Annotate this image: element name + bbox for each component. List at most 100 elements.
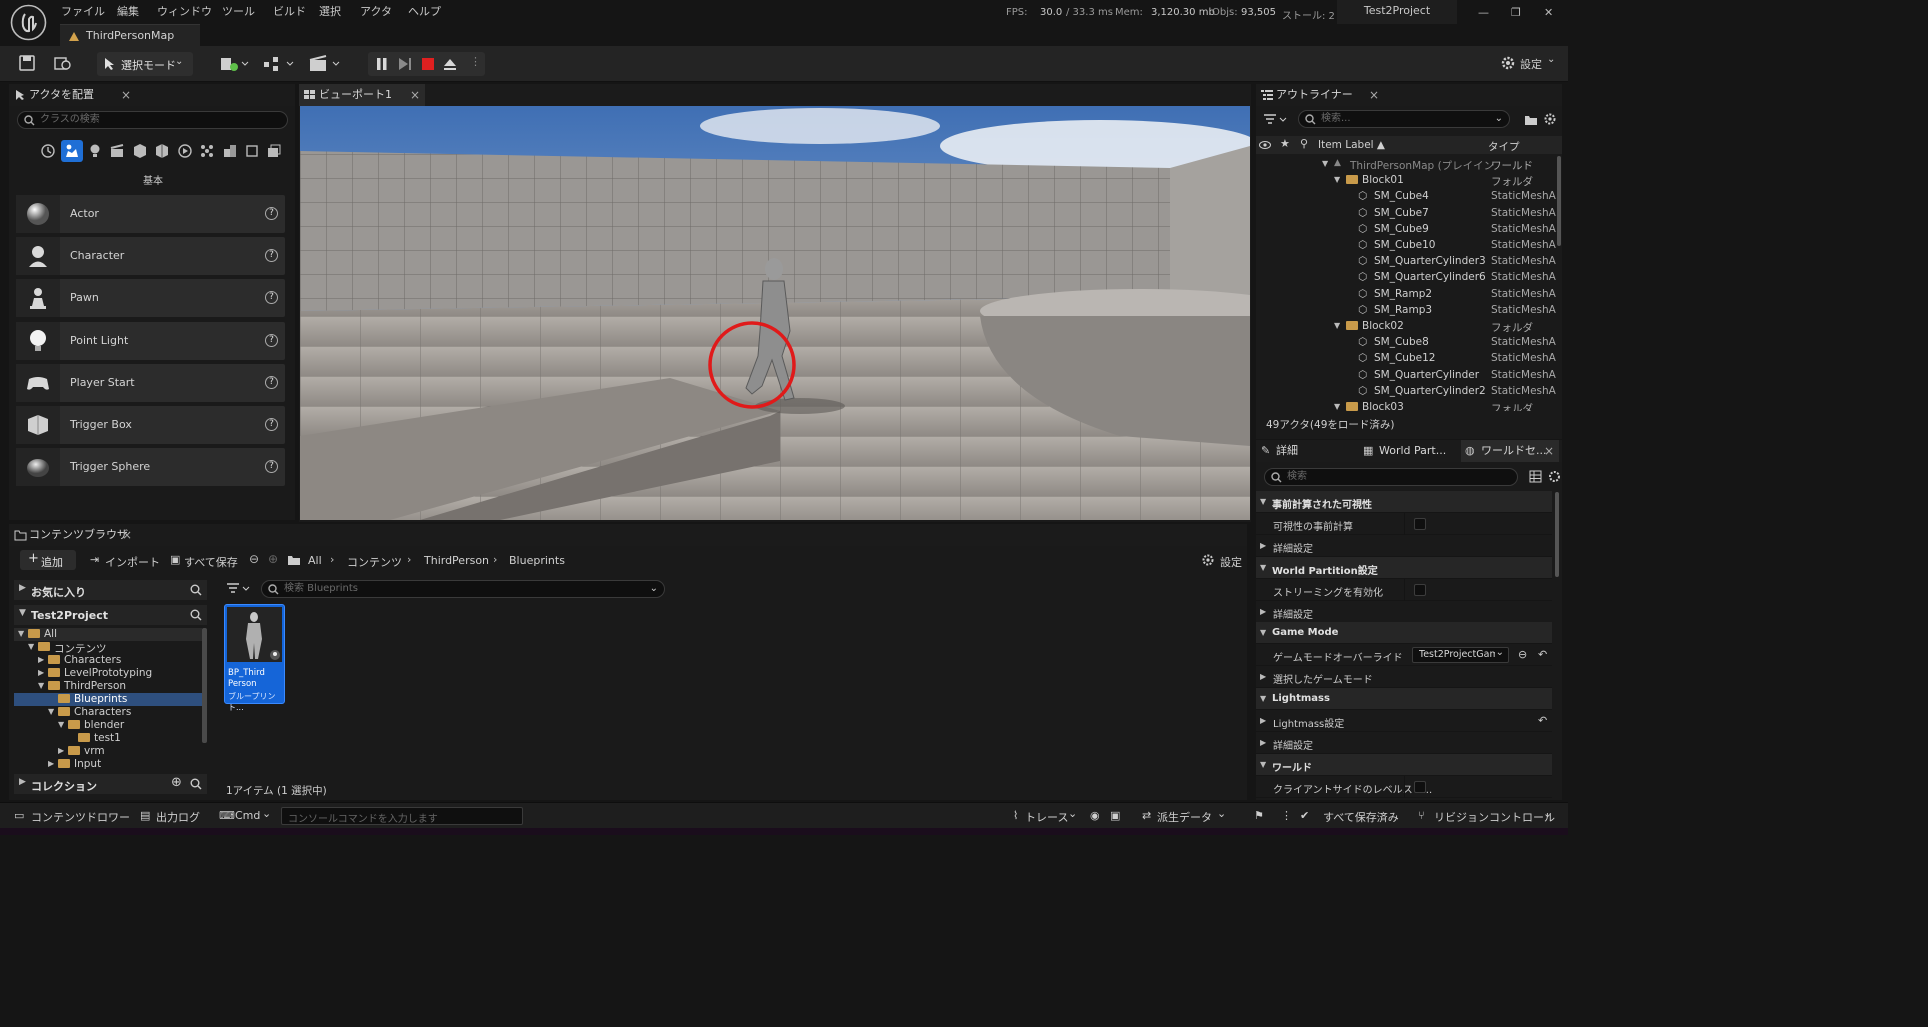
chevron-right-icon[interactable]: ▶ — [58, 746, 64, 755]
path-thirdperson[interactable]: ThirdPerson — [424, 554, 489, 567]
save-all-button[interactable]: すべて保存 — [184, 554, 238, 570]
actor-item-actor[interactable]: Actor ? — [16, 195, 285, 233]
help-icon[interactable]: ? — [265, 418, 278, 431]
menu-select[interactable]: 選択 — [319, 3, 341, 19]
eject-icon[interactable] — [443, 57, 457, 71]
outliner-settings-icon[interactable] — [1543, 112, 1557, 126]
minimize-icon[interactable]: — — [1478, 6, 1489, 19]
details-property-row[interactable]: ゲームモードオーバーライド Test2ProjectGam ⌄ ⊖ ↶ — [1256, 644, 1552, 667]
star-icon[interactable]: ★ — [1280, 137, 1290, 150]
details-search-input[interactable]: 検索 — [1264, 468, 1518, 486]
folder-tree-scrollbar[interactable] — [202, 628, 207, 743]
browse-asset-icon[interactable]: ⊖ — [1518, 648, 1527, 661]
help-icon[interactable]: ? — [265, 207, 278, 220]
column-type[interactable]: タイプ — [1488, 139, 1520, 154]
actor-item-trigger-sphere[interactable]: Trigger Sphere ? — [16, 448, 285, 486]
details-property-row[interactable]: クライアントサイドのレベルスト... — [1256, 775, 1552, 798]
menu-tools[interactable]: ツール — [222, 3, 255, 19]
details-settings-icon[interactable] — [1548, 470, 1561, 483]
close-icon[interactable]: × — [121, 84, 131, 106]
chevron-down-icon[interactable]: ▼ — [38, 681, 44, 690]
folder-tree-item[interactable]: ▼ All — [14, 628, 202, 641]
close-icon[interactable]: × — [410, 84, 420, 106]
close-icon[interactable]: × — [122, 524, 132, 546]
details-property-row[interactable]: ▶ 詳細設定 — [1256, 601, 1552, 623]
details-section-header[interactable]: ▼ ワールド — [1256, 753, 1552, 776]
chevron-right-icon[interactable]: ▶ — [48, 759, 54, 768]
folder-tree-item[interactable]: ▶ LevelPrototyping — [14, 667, 202, 680]
search-icon[interactable] — [190, 778, 202, 790]
details-section-header[interactable]: ▼ Game Mode — [1256, 622, 1552, 645]
cinematics-icon[interactable] — [309, 55, 341, 73]
help-icon[interactable]: ? — [265, 291, 278, 304]
close-icon[interactable]: × — [1544, 440, 1554, 462]
maximize-icon[interactable]: ❐ — [1511, 6, 1521, 19]
asset-tile-bp-thirdperson[interactable]: BP_Third Person ブループリント... — [224, 604, 285, 712]
chevron-down-icon[interactable]: ▼ — [48, 707, 54, 716]
outliner-row[interactable]: ⬡ SM_Cube4 StaticMeshActor — [1256, 188, 1556, 204]
path-content[interactable]: コンテンツ — [347, 554, 402, 570]
help-icon[interactable]: ? — [265, 460, 278, 473]
outliner-search-input[interactable]: 検索... ⌄ — [1298, 110, 1510, 128]
menu-window[interactable]: ウィンドウ — [157, 3, 212, 19]
chevron-right-icon[interactable]: ▶ — [38, 655, 44, 664]
outliner-row[interactable]: ⬡ SM_Cube8 StaticMeshActor — [1256, 334, 1556, 350]
folder-tree-item[interactable]: ▼ コンテンツ — [14, 641, 202, 655]
actor-item-player-start[interactable]: Player Start ? — [16, 364, 285, 402]
console-input[interactable]: コンソールコマンドを入力します — [281, 807, 523, 825]
column-item-label[interactable]: Item Label ▲ — [1318, 139, 1385, 151]
folder-tree-item[interactable]: ▼ blender — [14, 719, 202, 732]
outliner-tab[interactable]: アウトライナー — [1256, 84, 1382, 106]
game-mode-dropdown[interactable]: Test2ProjectGam ⌄ — [1412, 647, 1509, 664]
folder-tree-item[interactable]: test1 — [14, 732, 202, 745]
folder-tree-item[interactable]: ▼ Characters — [14, 706, 202, 719]
chevron-right-icon[interactable]: ▶ — [38, 668, 44, 677]
outliner-scrollbar[interactable] — [1557, 156, 1561, 246]
box-icon[interactable] — [244, 143, 260, 159]
details-scrollbar[interactable] — [1555, 492, 1559, 577]
add-actor-icon[interactable] — [220, 55, 250, 73]
stop-icon[interactable] — [421, 57, 435, 71]
collections-header[interactable]: ▶ コレクション ⊕ — [14, 774, 207, 794]
blueprints-search-input[interactable]: 検索 Blueprints ⌄ — [261, 580, 665, 598]
filter-icon[interactable] — [1264, 114, 1288, 126]
select-mode-dropdown[interactable]: 選択モード ⌄ — [97, 52, 193, 76]
outliner-row[interactable]: ⬡ SM_Cube12 StaticMeshActor — [1256, 350, 1556, 366]
3d-viewport-scene[interactable] — [300, 106, 1250, 520]
chevron-down-icon[interactable]: ▼ — [18, 629, 24, 638]
lights-icon[interactable] — [87, 143, 103, 159]
settings-gear-icon[interactable] — [1500, 55, 1516, 71]
record-icon[interactable]: ◉ — [1090, 809, 1100, 822]
all-saved-label[interactable]: すべて保存済み — [1323, 809, 1399, 825]
viewport-tab[interactable]: ビューポート1 — [299, 84, 425, 106]
outliner-row[interactable]: ⬡ SM_Ramp2 StaticMeshActor — [1256, 286, 1556, 302]
folder-tree-item[interactable]: ▶ Input — [14, 758, 202, 770]
favorites-header[interactable]: ▶ お気に入り — [14, 580, 207, 600]
details-section-header[interactable]: ▼ World Partition設定 — [1256, 556, 1552, 579]
class-search-input[interactable]: クラスの検索 — [17, 111, 288, 129]
details-property-row[interactable]: ▶ 詳細設定 — [1256, 535, 1552, 557]
chevron-down-icon[interactable]: ▼ — [1322, 159, 1328, 168]
all-classes-icon[interactable] — [199, 143, 215, 159]
world-partition-tab[interactable]: ▦ World Part... — [1359, 440, 1459, 462]
details-property-row[interactable]: ▶ 選択したゲームモード — [1256, 666, 1552, 689]
menu-build[interactable]: ビルド — [273, 3, 306, 19]
chevron-down-icon[interactable]: ▼ — [58, 720, 64, 729]
details-section-header[interactable]: ▼ 事前計算された可視性 — [1256, 491, 1552, 513]
folder-tree-item[interactable]: ▶ Characters — [14, 654, 202, 667]
source-icon[interactable]: ⚑ — [1254, 809, 1264, 822]
reset-icon[interactable]: ↶ — [1538, 648, 1547, 661]
help-icon[interactable]: ? — [265, 334, 278, 347]
reset-icon[interactable]: ↶ — [1538, 714, 1547, 727]
close-window-icon[interactable]: ✕ — [1544, 6, 1553, 19]
pin-icon[interactable]: ⚲ — [1300, 137, 1308, 150]
add-collection-icon[interactable]: ⊕ — [171, 775, 182, 790]
actor-item-point-light[interactable]: Point Light ? — [16, 322, 285, 360]
cb-settings-button[interactable]: 設定 — [1220, 554, 1242, 570]
property-checkbox[interactable] — [1414, 583, 1426, 596]
outliner-row[interactable]: ▼ Block03 フォルダ — [1256, 399, 1556, 411]
outliner-row[interactable]: ⬡ SM_QuarterCylinder6 StaticMeshActor — [1256, 269, 1556, 285]
property-checkbox[interactable] — [1414, 780, 1426, 793]
browse-icon[interactable] — [54, 55, 72, 71]
eye-icon[interactable] — [1259, 140, 1271, 150]
